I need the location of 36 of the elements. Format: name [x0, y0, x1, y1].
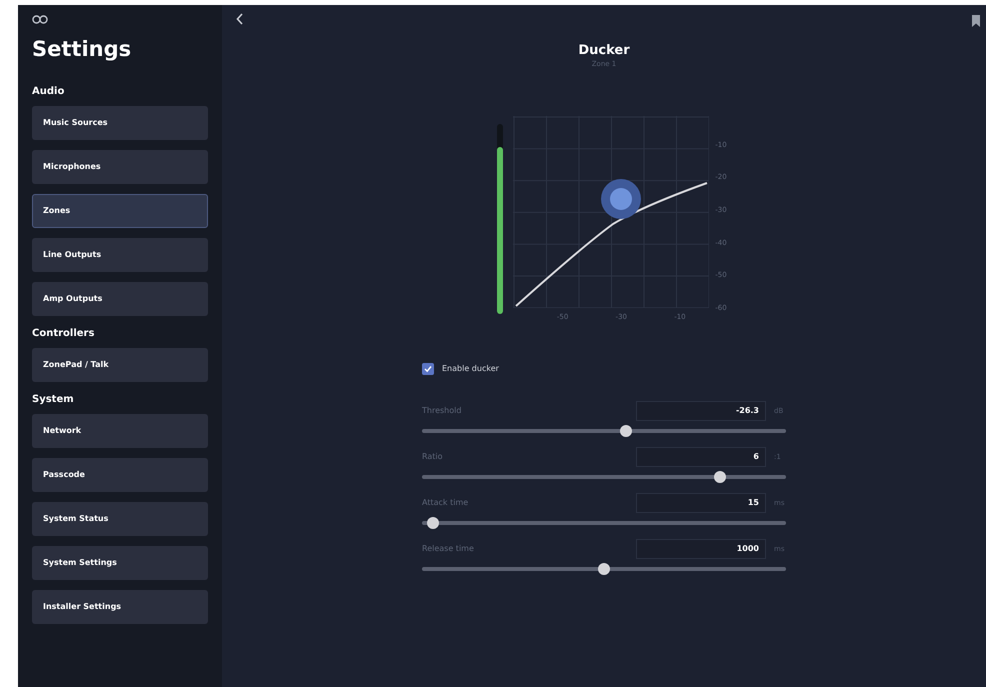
control-label: Attack time — [422, 496, 468, 509]
checkmark-icon — [424, 364, 432, 373]
control-label: Ratio — [422, 450, 443, 463]
sidebar-item[interactable]: System Status — [32, 502, 208, 536]
sidebar-item[interactable]: Line Outputs — [32, 238, 208, 272]
section-heading: Audio — [32, 84, 66, 98]
sidebar-item[interactable]: Installer Settings — [32, 590, 208, 624]
control-label: Threshold — [422, 404, 462, 417]
control-label: Release time — [422, 542, 474, 555]
back-button[interactable] — [236, 13, 244, 25]
slider-thumb[interactable] — [598, 562, 610, 575]
sidebar-item[interactable]: Microphones — [32, 150, 208, 184]
section-heading: Controllers — [32, 326, 96, 340]
sidebar-item[interactable]: Passcode — [32, 458, 208, 492]
enable-checkbox[interactable] — [422, 362, 434, 375]
sidebar-item[interactable]: Network — [32, 414, 208, 448]
value-field[interactable]: 6 — [636, 446, 766, 467]
value-field[interactable]: -26.3 — [636, 400, 766, 421]
section-heading: System — [32, 392, 75, 406]
slider-thumb[interactable] — [426, 516, 439, 529]
slider-thumb[interactable] — [620, 424, 632, 437]
bookmark-icon[interactable] — [972, 15, 980, 27]
sidebar-item[interactable]: Zones — [32, 194, 208, 228]
ducker-curve-graph[interactable] — [513, 116, 710, 308]
slider-thumb[interactable] — [714, 470, 726, 483]
value-field[interactable]: 15 — [636, 492, 766, 513]
sidebar-item[interactable]: Music Sources — [32, 106, 208, 140]
chevron-left-icon — [236, 13, 244, 25]
sidebar-item[interactable]: Amp Outputs — [32, 282, 208, 316]
page-title: Ducker — [578, 43, 630, 60]
value-field[interactable]: 1000 — [636, 538, 766, 559]
enable-label: Enable ducker — [442, 362, 499, 375]
logo-icon — [32, 15, 48, 24]
sidebar-item[interactable]: ZonePad / Talk — [32, 348, 208, 382]
sidebar-title: Settings — [32, 36, 132, 63]
sidebar-item[interactable]: System Settings — [32, 546, 208, 580]
